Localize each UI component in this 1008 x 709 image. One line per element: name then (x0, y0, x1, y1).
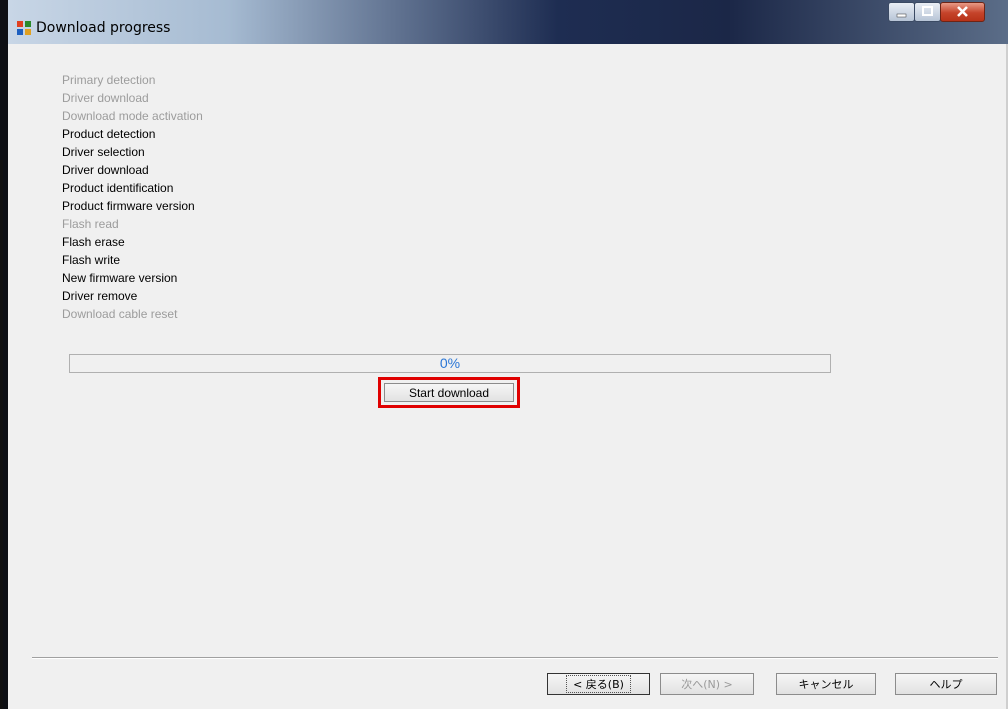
step-item: Product firmware version (62, 199, 195, 213)
back-button-label: < 戻る(B) (566, 675, 631, 693)
step-item: Flash write (62, 253, 121, 267)
step-item: Driver remove (62, 289, 138, 303)
step-list: Primary detection Driver download Downloa… (62, 71, 203, 323)
minimize-icon (896, 13, 907, 18)
cancel-button[interactable]: キャンセル (776, 673, 876, 695)
close-button[interactable] (940, 2, 985, 22)
progress-bar: 0% (69, 354, 831, 373)
step-item: Download mode activation (62, 109, 203, 123)
footer-divider (32, 657, 998, 659)
step-item: Download cable reset (62, 307, 178, 321)
download-progress-window: Download progress Primary detection Drive… (8, 0, 1008, 709)
step-item: Product identification (62, 181, 174, 195)
back-button[interactable]: < 戻る(B) (547, 673, 650, 695)
title-bar[interactable]: Download progress (8, 0, 1008, 44)
start-download-button[interactable]: Start download (384, 383, 514, 402)
help-button[interactable]: ヘルプ (895, 673, 997, 695)
next-button[interactable]: 次へ(N) > (660, 673, 754, 695)
maximize-button[interactable] (914, 2, 941, 22)
step-item: Flash read (62, 217, 119, 231)
step-item: New firmware version (62, 271, 178, 285)
step-item: Product detection (62, 127, 156, 141)
window-title: Download progress (36, 20, 171, 36)
app-icon (17, 21, 31, 35)
minimize-button[interactable] (888, 2, 915, 22)
step-item: Primary detection (62, 73, 156, 87)
start-download-highlight: Start download (378, 377, 520, 408)
step-item: Driver download (62, 163, 149, 177)
step-item: Driver download (62, 91, 149, 105)
maximize-icon (922, 6, 933, 16)
background-edge (0, 160, 3, 709)
close-icon (957, 6, 968, 17)
step-item: Driver selection (62, 145, 145, 159)
progress-percent: 0% (439, 355, 461, 371)
step-item: Flash erase (62, 235, 125, 249)
